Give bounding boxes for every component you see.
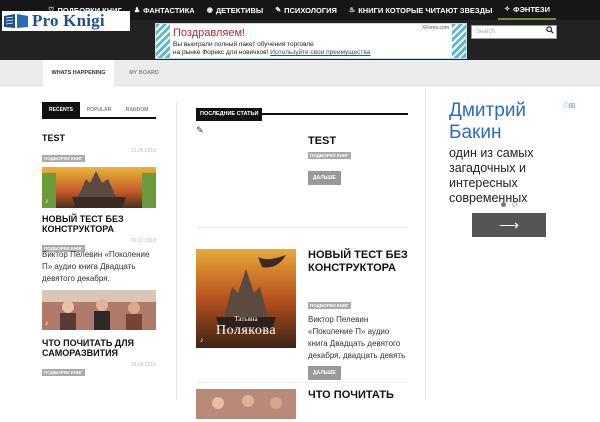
logo-text: Pro Knigi	[32, 11, 105, 30]
tab-my-board[interactable]: MY BOARD	[121, 60, 167, 86]
tab-recents[interactable]: RECENTS	[42, 102, 80, 117]
post-date: 02.01.2018	[130, 238, 156, 244]
sidebar-tabs: RECENTS POPULAR RANDOM	[42, 102, 156, 119]
tab-random[interactable]: RANDOM	[118, 102, 156, 117]
ad-stripe-left	[156, 24, 170, 58]
sidebar-post-title[interactable]: TEST	[42, 133, 156, 143]
article-excerpt: Виктор Пелевин «Поколение П» аудио книга…	[308, 315, 406, 360]
person-icon: ♟	[133, 7, 141, 14]
post-thumbnail[interactable]	[196, 389, 296, 419]
category-badge[interactable]: ПОДБОРКИ КНИГ	[308, 302, 351, 309]
tab-popular[interactable]: POPULAR	[80, 102, 118, 117]
book-cover[interactable]: Татьяна Полякова ♪	[196, 249, 296, 348]
ad-source: XForex.com	[422, 25, 449, 31]
ad-line2: на рынке Форекс для новичков! Используйт…	[173, 49, 370, 56]
fire-icon: ♨	[348, 7, 356, 14]
article: ✎ TEST ПОДБОРКИ КНИГ ДАЛЬШЕ	[196, 115, 408, 227]
ad-stripe-right	[452, 24, 466, 58]
nav-label: ФАНТАСТИКА	[143, 5, 195, 15]
ad-title: Дмитрий Бакин	[449, 100, 527, 143]
sidebar: RECENTS POPULAR RANDOM TEST ПОДБОРКИ КНИ…	[42, 102, 156, 376]
column-divider	[176, 102, 177, 400]
cover-author: Татьяна	[234, 315, 258, 323]
ad-choices-icon[interactable]: ⓘ⊠	[563, 101, 575, 110]
article: ЧТО ПОЧИТАТЬ	[196, 382, 408, 422]
post-date: 15.04.2016	[130, 362, 156, 368]
category-badge[interactable]: ПОДБОРКИ КНИГ	[308, 152, 351, 159]
carousel-dot[interactable]	[512, 202, 517, 207]
search-icon[interactable]	[543, 26, 556, 38]
sidebar-post: ♪ НОВЫЙ ТЕСТ БЕЗ КОНСТРУКТОРА ПОДБОРКИ К…	[42, 167, 156, 285]
post-excerpt: Виктор Пелевин «Поколение П» аудио книга…	[42, 250, 150, 283]
nav-item-fentezi[interactable]: ✧ ФЭНТЕЗИ	[498, 0, 556, 20]
sidebar-post-title[interactable]: ЧТО ПОЧИТАТЬ ДЛЯ САМОРАЗВИТИЯ	[42, 338, 156, 358]
carousel-dots	[501, 202, 517, 207]
article-title[interactable]: НОВЫЙ ТЕСТ БЕЗ КОНСТРУКТОРА	[308, 249, 408, 275]
wrench-icon: ✎	[275, 7, 282, 14]
sidebar-post-title[interactable]: НОВЫЙ ТЕСТ БЕЗ КОНСТРУКТОРА	[42, 214, 156, 234]
audio-icon: ♪	[200, 337, 204, 344]
latest-articles: ПОСЛЕДНИЕ СТАТЬИ ✎ TEST ПОДБОРКИ КНИГ ДА…	[196, 102, 408, 422]
nav-label: ДЕТЕКТИВЫ	[215, 5, 264, 15]
nav-label: ПСИХОЛОГИЯ	[284, 5, 337, 15]
column-divider	[425, 88, 426, 400]
book-logo-icon	[4, 14, 28, 28]
nav-item-psihologiya[interactable]: ✎ ПСИХОЛОГИЯ	[269, 0, 343, 20]
people-photo	[42, 290, 156, 330]
post-date: 23.05.2018	[130, 148, 156, 154]
sidebar-post: TEST ПОДБОРКИ КНИГ 23.05.2018	[42, 133, 156, 162]
sidebar-post: ♪ ЧТО ПОЧИТАТЬ ДЛЯ САМОРАЗВИТИЯ ПОДБОРКИ…	[42, 290, 156, 376]
ad-headline: Поздравляем!	[173, 27, 246, 39]
magic-icon: ✧	[504, 6, 511, 13]
sub-nav: WHATS HAPPENING MY BOARD	[0, 60, 600, 86]
ad-content: Дмитрий Бакин один из самых загадочных и…	[433, 100, 575, 206]
read-more-button[interactable]: ДАЛЬШЕ	[308, 366, 341, 380]
pencil-icon: ✎	[196, 125, 204, 135]
audio-icon: ♪	[45, 320, 49, 327]
carousel-dot[interactable]	[501, 202, 506, 207]
section-heading: ПОСЛЕДНИЕ СТАТЬИ	[196, 102, 408, 121]
article: Татьяна Полякова ♪ НОВЫЙ ТЕСТ БЕЗ КОНСТР…	[196, 227, 408, 380]
nav-item-detektivy[interactable]: ◉ ДЕТЕКТИВЫ	[201, 0, 270, 20]
eye-icon: ◉	[206, 7, 213, 14]
post-thumbnail[interactable]: ♪	[42, 167, 156, 208]
forex-ad-banner[interactable]: XForex.com Поздравляем! Вы выиграли полн…	[155, 23, 467, 59]
arrow-right-icon[interactable]: ⟶	[472, 213, 546, 237]
post-meta: ПОДБОРКИ КНИГ 15.04.2016	[42, 361, 156, 376]
ad-link[interactable]: Используйте свои преимущества	[270, 49, 370, 56]
castle-illustration	[42, 167, 156, 208]
ad-text: один из самых загадочных и интересных со…	[449, 146, 534, 205]
nav-item-fantastika[interactable]: ♟ ФАНТАСТИКА	[128, 0, 201, 20]
people-photo	[196, 389, 296, 419]
site-logo[interactable]: Pro Knigi	[2, 11, 130, 31]
read-more-button[interactable]: ДАЛЬШЕ	[308, 171, 341, 185]
post-thumbnail[interactable]: ♪	[42, 290, 156, 330]
category-badge[interactable]: ПОДБОРКИ КНИГ	[42, 369, 85, 376]
ad-line2-prefix: на рынке Форекс для новичков!	[173, 49, 269, 56]
cover-surname: Полякова	[215, 323, 277, 338]
nav-label: КНИГИ КОТОРЫЕ ЧИТАЮТ ЗВЕЗДЫ	[358, 5, 493, 15]
nav-label: ФЭНТЕЗИ	[513, 4, 550, 14]
post-meta: ПОДБОРКИ КНИГ 23.05.2018	[42, 147, 156, 162]
ad-line1: Вы выиграли полный пакет обучения торгов…	[173, 41, 314, 48]
article-title[interactable]: ЧТО ПОЧИТАТЬ	[308, 389, 394, 402]
post-meta: ПОДБОРКИ КНИГ 02.01.2018	[42, 237, 156, 252]
tab-whats-happening[interactable]: WHATS HAPPENING	[43, 60, 114, 86]
category-badge[interactable]: ПОДБОРКИ КНИГ	[42, 155, 85, 162]
audio-icon: ♪	[45, 198, 49, 205]
nav-item-zvezdy[interactable]: ♨ КНИГИ КОТОРЫЕ ЧИТАЮТ ЗВЕЗДЫ	[343, 0, 498, 20]
article-title[interactable]: TEST	[308, 135, 336, 148]
